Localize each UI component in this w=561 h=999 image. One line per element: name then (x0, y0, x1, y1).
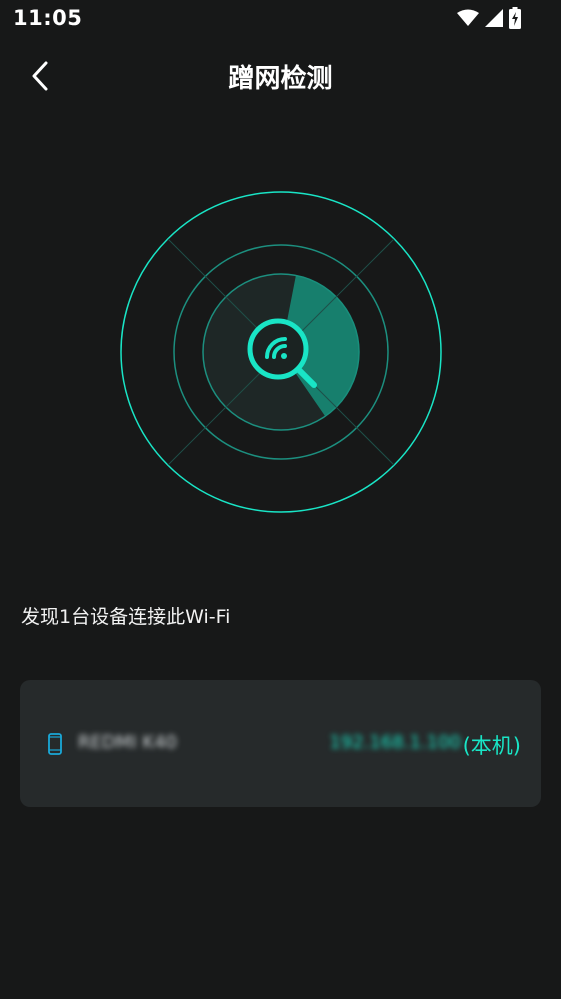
battery-charging-icon (509, 7, 521, 29)
status-bar: 11:05 (0, 0, 561, 38)
status-icons (457, 7, 521, 29)
wifi-icon (457, 9, 479, 26)
page-title: 蹭网检测 (228, 64, 333, 94)
device-item[interactable]: REDMI K40 192.168.1.100 (本机) (20, 680, 541, 807)
radar-scanner (120, 191, 442, 513)
device-name: REDMI K40 (78, 732, 178, 753)
device-ip: 192.168.1.100 (329, 732, 461, 753)
header: 蹭网检测 (0, 48, 561, 104)
device-self-label: (本机) (462, 734, 521, 758)
connected-devices-summary: 发现1台设备连接此Wi-Fi (21, 606, 231, 628)
phone-icon (48, 733, 62, 755)
signal-icon (485, 9, 503, 27)
status-time: 11:05 (13, 6, 83, 30)
